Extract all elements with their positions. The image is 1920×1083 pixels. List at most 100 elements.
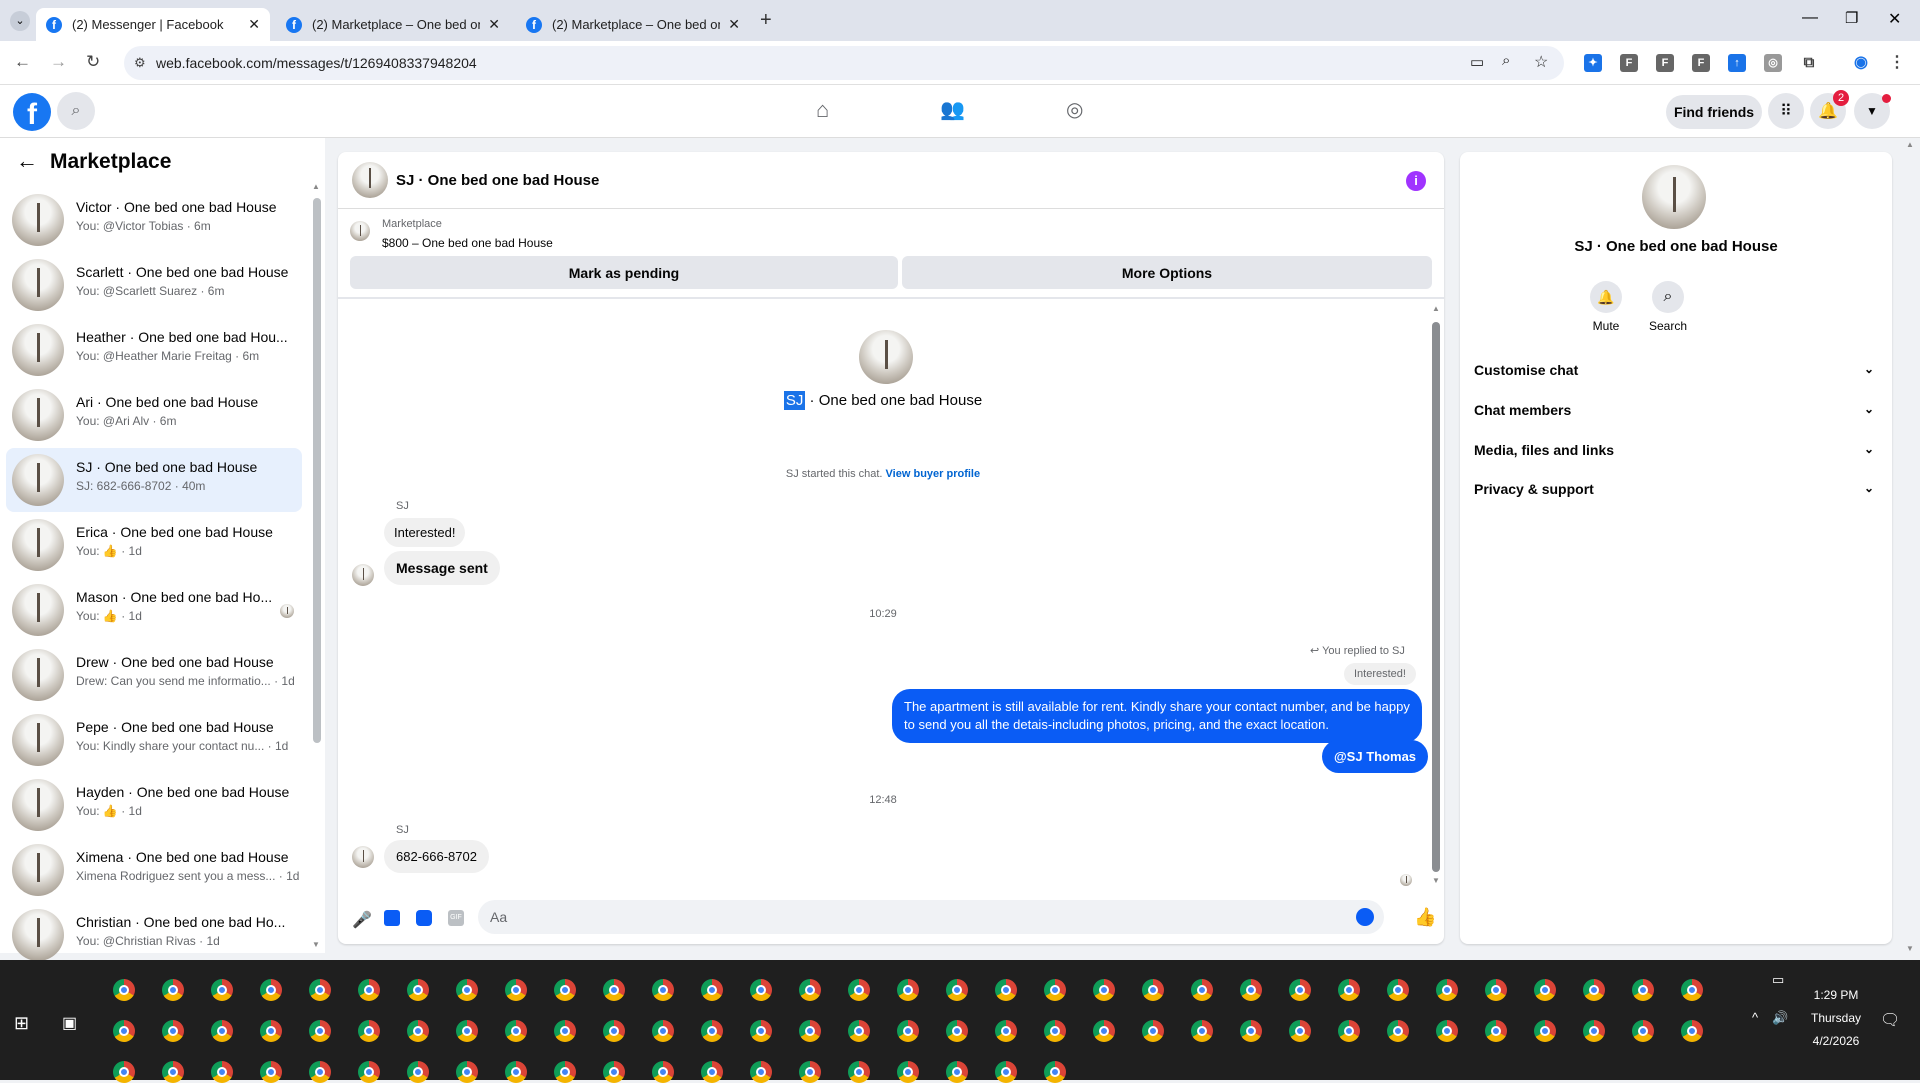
page-scroll-down-icon[interactable]: ▼ (1906, 944, 1914, 953)
extension-globe-icon[interactable]: ◎ (1764, 54, 1782, 72)
page-scroll-up-icon[interactable]: ▲ (1906, 140, 1914, 149)
install-app-icon[interactable]: ▭ (1470, 53, 1484, 71)
taskbar-chrome-icon[interactable] (750, 979, 772, 1001)
taskbar-chrome-icon[interactable] (897, 1020, 919, 1042)
view-buyer-profile-link[interactable]: View buyer profile (886, 468, 981, 480)
chat-header-avatar[interactable] (352, 162, 388, 198)
taskbar-chrome-icon[interactable] (1289, 979, 1311, 1001)
taskbar-chrome-icon[interactable] (456, 1020, 478, 1042)
message-bubble[interactable]: Interested! (384, 518, 466, 547)
voice-clip-icon[interactable]: 🎤 (352, 910, 372, 930)
taskbar-chrome-icon[interactable] (1387, 1020, 1409, 1042)
conversation-item[interactable]: SJ · One bed one bad House SJ: 682-666-87… (6, 448, 302, 512)
tray-app-icon[interactable]: ▭ (1772, 972, 1784, 988)
gif-icon[interactable]: GIF (448, 910, 464, 926)
new-tab-button[interactable]: + (760, 9, 772, 32)
taskbar-chrome-icon[interactable] (554, 1020, 576, 1042)
taskbar-chrome-icon[interactable] (1142, 1020, 1164, 1042)
chat-info-icon[interactable]: i (1406, 171, 1426, 191)
clock-time[interactable]: 1:29 PM (1800, 988, 1872, 1002)
taskbar-chrome-icon[interactable] (995, 1020, 1017, 1042)
taskbar-chrome-icon[interactable] (113, 979, 135, 1001)
taskbar-chrome-icon[interactable] (1632, 1020, 1654, 1042)
conversation-item[interactable]: Victor · One bed one bad House You: @Vict… (6, 188, 302, 252)
back-icon[interactable]: ← (14, 52, 31, 72)
tray-expand-icon[interactable]: ^ (1752, 1010, 1758, 1025)
taskbar-chrome-icon[interactable] (1436, 979, 1458, 1001)
close-tab-icon[interactable]: ✕ (728, 16, 740, 33)
close-tab-icon[interactable]: ✕ (248, 16, 260, 33)
windows-start-icon[interactable]: ⊞ (14, 1013, 29, 1034)
taskbar-chrome-icon[interactable] (1093, 979, 1115, 1001)
groups-icon[interactable]: ◎ (1066, 97, 1083, 122)
taskbar-chrome-icon[interactable] (1436, 1020, 1458, 1042)
taskbar-chrome-icon[interactable] (407, 979, 429, 1001)
address-bar[interactable]: ⚙ web.facebook.com/messages/t/1269408337… (124, 46, 1564, 80)
zoom-icon[interactable]: ⌕ (1502, 52, 1510, 69)
customise-chat-section[interactable]: Customise chat ⌄ (1474, 362, 1884, 378)
back-arrow-icon[interactable]: ← (16, 148, 38, 174)
chat-members-section[interactable]: Chat members ⌄ (1474, 402, 1884, 418)
conversation-item[interactable]: Ximena · One bed one bad House Ximena Rod… (6, 838, 302, 902)
extension-f-icon[interactable]: F (1692, 54, 1710, 72)
extensions-menu-icon[interactable]: ⧉ (1800, 54, 1818, 72)
media-files-section[interactable]: Media, files and links ⌄ (1474, 442, 1884, 458)
taskbar-chrome-icon[interactable] (897, 979, 919, 1001)
taskbar-chrome-icon[interactable] (309, 979, 331, 1001)
message-bubble[interactable]: Message sent (384, 551, 500, 585)
find-friends-button[interactable]: Find friends (1666, 95, 1762, 129)
taskbar-chrome-icon[interactable] (1240, 979, 1262, 1001)
taskbar-chrome-icon[interactable] (505, 1020, 527, 1042)
taskbar-chrome-icon[interactable] (1632, 979, 1654, 1001)
details-avatar[interactable] (1642, 165, 1706, 229)
taskbar-chrome-icon[interactable] (505, 979, 527, 1001)
taskbar-chrome-icon[interactable] (358, 1020, 380, 1042)
taskbar-chrome-icon[interactable] (848, 1020, 870, 1042)
taskbar-chrome-icon[interactable] (162, 979, 184, 1001)
taskbar-chrome-icon[interactable] (162, 1020, 184, 1042)
taskbar-chrome-icon[interactable] (1093, 1020, 1115, 1042)
scroll-down-icon[interactable]: ▼ (312, 940, 320, 949)
taskbar-chrome-icon[interactable] (1240, 1020, 1262, 1042)
taskbar-chrome-icon[interactable] (1681, 1020, 1703, 1042)
taskbar-chrome-icon[interactable] (848, 979, 870, 1001)
conversation-item[interactable]: Erica · One bed one bad House You: 👍 · 1d (6, 513, 302, 577)
message-input[interactable]: Aa (478, 900, 1384, 934)
sender-avatar[interactable] (352, 846, 374, 868)
reload-icon[interactable]: ↻ (86, 52, 100, 72)
search-button[interactable]: ⌕ (1652, 281, 1684, 313)
my-message-bubble[interactable]: The apartment is still available for ren… (892, 689, 1422, 743)
taskbar-chrome-icon[interactable] (701, 979, 723, 1001)
taskbar-chrome-icon[interactable] (603, 1020, 625, 1042)
extension-puzzle-icon[interactable]: ✦ (1584, 54, 1602, 72)
taskbar-chrome-icon[interactable] (701, 1020, 723, 1042)
taskbar-chrome-icon[interactable] (1485, 979, 1507, 1001)
extension-f-icon[interactable]: F (1656, 54, 1674, 72)
taskbar-chrome-icon[interactable] (1534, 1020, 1556, 1042)
task-view-icon[interactable]: ▣ (62, 1013, 77, 1033)
taskbar-chrome-icon[interactable] (1583, 979, 1605, 1001)
taskbar-chrome-icon[interactable] (260, 979, 282, 1001)
sender-avatar[interactable] (352, 564, 374, 586)
privacy-support-section[interactable]: Privacy & support ⌄ (1474, 481, 1884, 497)
taskbar-chrome-icon[interactable] (750, 1020, 772, 1042)
sticker-icon[interactable] (416, 910, 432, 926)
attach-image-icon[interactable] (384, 910, 400, 926)
taskbar-chrome-icon[interactable] (407, 1020, 429, 1042)
taskbar-chrome-icon[interactable] (1583, 1020, 1605, 1042)
intro-avatar[interactable] (859, 330, 913, 384)
site-info-icon[interactable]: ⚙ (134, 55, 146, 71)
taskbar-chrome-icon[interactable] (1289, 1020, 1311, 1042)
taskbar-chrome-icon[interactable] (358, 979, 380, 1001)
like-thumb-icon[interactable]: 👍 (1414, 907, 1436, 928)
taskbar-chrome-icon[interactable] (113, 1020, 135, 1042)
taskbar-chrome-icon[interactable] (1191, 1020, 1213, 1042)
conversation-item[interactable]: Heather · One bed one bad Hou... You: @He… (6, 318, 302, 382)
taskbar-chrome-icon[interactable] (1534, 979, 1556, 1001)
bookmark-star-icon[interactable]: ☆ (1534, 52, 1548, 72)
close-window-button[interactable]: ✕ (1888, 9, 1901, 29)
sidebar-scrollbar[interactable] (313, 198, 321, 743)
conversation-item[interactable]: Pepe · One bed one bad House You: Kindly … (6, 708, 302, 772)
mute-button[interactable]: 🔔 (1590, 281, 1622, 313)
conversation-item[interactable]: Christian · One bed one bad Ho... You: @C… (6, 903, 302, 967)
